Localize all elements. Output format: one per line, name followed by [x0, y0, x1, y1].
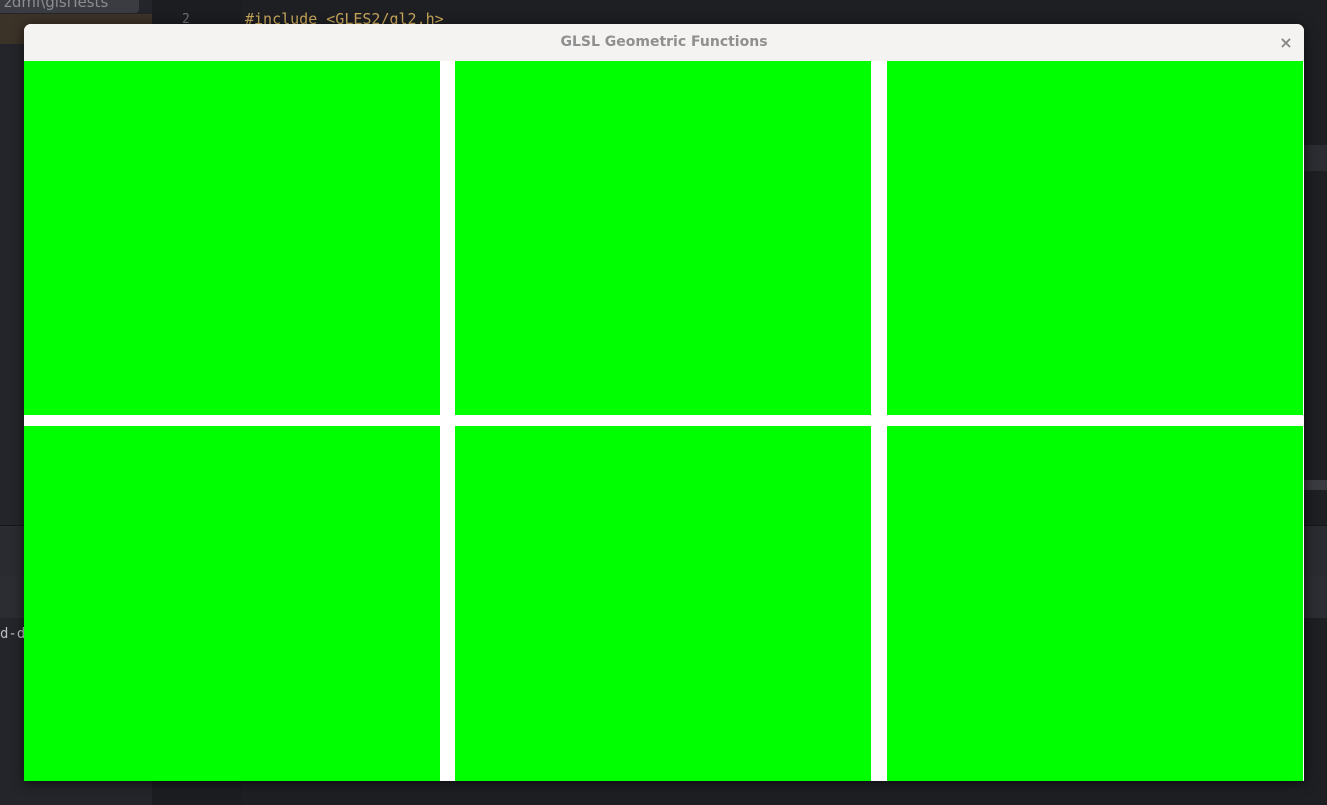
- window-titlebar[interactable]: GLSL Geometric Functions ×: [24, 24, 1304, 61]
- editor-scrollbar[interactable]: [1304, 480, 1327, 490]
- terminal-text: d-d: [0, 626, 26, 642]
- glsl-window: GLSL Geometric Functions ×: [24, 24, 1304, 781]
- render-cell-3: [887, 61, 1303, 415]
- render-cell-4: [24, 426, 440, 781]
- render-cell-2: [455, 61, 871, 415]
- render-grid: [24, 61, 1304, 781]
- render-cell-6: [887, 426, 1303, 781]
- sidebar-tab[interactable]: zdmi\glslTests: [0, 0, 139, 13]
- window-title: GLSL Geometric Functions: [560, 34, 768, 50]
- close-icon[interactable]: ×: [1276, 24, 1296, 61]
- render-cell-1: [24, 61, 440, 415]
- editor-scroll-strip: [1304, 145, 1327, 171]
- render-cell-5: [455, 426, 871, 781]
